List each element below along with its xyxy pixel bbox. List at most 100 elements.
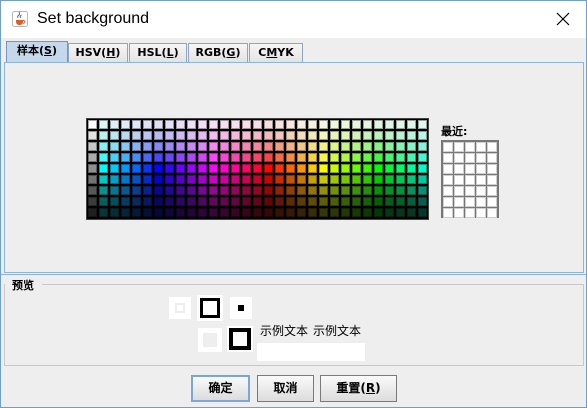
swatch-cell[interactable] xyxy=(165,120,174,129)
swatch-cell[interactable] xyxy=(154,186,163,195)
recent-cell[interactable] xyxy=(487,175,497,185)
swatch-cell[interactable] xyxy=(286,120,295,129)
swatch-cell[interactable] xyxy=(253,197,262,206)
swatch-cell[interactable] xyxy=(143,164,152,173)
swatch-cell[interactable] xyxy=(297,142,306,151)
swatch-cell[interactable] xyxy=(308,153,317,162)
recent-cell[interactable] xyxy=(476,142,486,152)
recent-cell[interactable] xyxy=(443,208,453,218)
swatch-cell[interactable] xyxy=(418,120,427,129)
swatch-cell[interactable] xyxy=(418,175,427,184)
swatch-cell[interactable] xyxy=(253,208,262,217)
swatch-cell[interactable] xyxy=(352,120,361,129)
recent-cell[interactable] xyxy=(465,164,475,174)
swatch-palette[interactable] xyxy=(86,118,429,220)
recent-cell[interactable] xyxy=(465,197,475,207)
swatch-cell[interactable] xyxy=(341,186,350,195)
swatch-cell[interactable] xyxy=(341,175,350,184)
swatch-cell[interactable] xyxy=(352,153,361,162)
swatch-cell[interactable] xyxy=(374,164,383,173)
swatch-cell[interactable] xyxy=(121,120,130,129)
recent-cell[interactable] xyxy=(476,186,486,196)
swatch-cell[interactable] xyxy=(209,120,218,129)
swatch-cell[interactable] xyxy=(176,120,185,129)
swatch-cell[interactable] xyxy=(407,120,416,129)
recent-cell[interactable] xyxy=(443,197,453,207)
swatch-cell[interactable] xyxy=(231,208,240,217)
swatch-cell[interactable] xyxy=(132,142,141,151)
swatch-cell[interactable] xyxy=(297,186,306,195)
swatch-cell[interactable] xyxy=(374,142,383,151)
swatch-cell[interactable] xyxy=(264,197,273,206)
swatch-cell[interactable] xyxy=(264,120,273,129)
swatch-cell[interactable] xyxy=(330,164,339,173)
swatch-cell[interactable] xyxy=(396,131,405,140)
swatch-cell[interactable] xyxy=(275,153,284,162)
swatch-cell[interactable] xyxy=(121,164,130,173)
swatch-cell[interactable] xyxy=(330,208,339,217)
swatch-cell[interactable] xyxy=(341,208,350,217)
swatch-cell[interactable] xyxy=(187,175,196,184)
recent-cell[interactable] xyxy=(487,164,497,174)
swatch-cell[interactable] xyxy=(330,120,339,129)
swatch-cell[interactable] xyxy=(396,197,405,206)
swatch-cell[interactable] xyxy=(264,186,273,195)
swatch-cell[interactable] xyxy=(176,186,185,195)
swatch-cell[interactable] xyxy=(407,186,416,195)
swatch-cell[interactable] xyxy=(176,175,185,184)
swatch-cell[interactable] xyxy=(154,153,163,162)
swatch-cell[interactable] xyxy=(220,120,229,129)
swatch-cell[interactable] xyxy=(319,131,328,140)
swatch-cell[interactable] xyxy=(407,164,416,173)
swatch-cell[interactable] xyxy=(308,208,317,217)
swatch-cell[interactable] xyxy=(99,120,108,129)
swatch-cell[interactable] xyxy=(88,208,97,217)
swatch-cell[interactable] xyxy=(110,175,119,184)
swatch-cell[interactable] xyxy=(231,142,240,151)
swatch-cell[interactable] xyxy=(154,131,163,140)
swatch-cell[interactable] xyxy=(341,164,350,173)
swatch-cell[interactable] xyxy=(99,153,108,162)
swatch-cell[interactable] xyxy=(352,142,361,151)
swatch-cell[interactable] xyxy=(330,131,339,140)
swatch-cell[interactable] xyxy=(165,131,174,140)
recent-cell[interactable] xyxy=(454,153,464,163)
swatch-cell[interactable] xyxy=(286,186,295,195)
recent-cell[interactable] xyxy=(476,208,486,218)
swatch-cell[interactable] xyxy=(297,175,306,184)
swatch-cell[interactable] xyxy=(187,142,196,151)
swatch-cell[interactable] xyxy=(407,175,416,184)
swatch-cell[interactable] xyxy=(132,186,141,195)
swatch-cell[interactable] xyxy=(198,120,207,129)
swatch-cell[interactable] xyxy=(110,208,119,217)
swatch-cell[interactable] xyxy=(363,142,372,151)
swatch-cell[interactable] xyxy=(407,208,416,217)
swatch-cell[interactable] xyxy=(176,142,185,151)
swatch-cell[interactable] xyxy=(154,197,163,206)
swatch-cell[interactable] xyxy=(88,142,97,151)
swatch-cell[interactable] xyxy=(363,208,372,217)
swatch-cell[interactable] xyxy=(352,197,361,206)
swatch-cell[interactable] xyxy=(330,197,339,206)
swatch-cell[interactable] xyxy=(121,153,130,162)
tab-rgb[interactable]: RGB(G) xyxy=(188,43,248,62)
swatch-cell[interactable] xyxy=(132,175,141,184)
swatch-cell[interactable] xyxy=(275,131,284,140)
recent-cell[interactable] xyxy=(476,197,486,207)
swatch-cell[interactable] xyxy=(363,131,372,140)
swatch-cell[interactable] xyxy=(143,142,152,151)
swatch-cell[interactable] xyxy=(352,175,361,184)
recent-cell[interactable] xyxy=(465,208,475,218)
swatch-cell[interactable] xyxy=(88,164,97,173)
swatch-cell[interactable] xyxy=(396,153,405,162)
swatch-cell[interactable] xyxy=(99,142,108,151)
swatch-cell[interactable] xyxy=(264,131,273,140)
swatch-cell[interactable] xyxy=(264,175,273,184)
swatch-cell[interactable] xyxy=(220,164,229,173)
swatch-cell[interactable] xyxy=(88,175,97,184)
swatch-cell[interactable] xyxy=(341,120,350,129)
swatch-cell[interactable] xyxy=(110,120,119,129)
swatch-cell[interactable] xyxy=(396,120,405,129)
swatch-cell[interactable] xyxy=(99,197,108,206)
swatch-cell[interactable] xyxy=(286,153,295,162)
